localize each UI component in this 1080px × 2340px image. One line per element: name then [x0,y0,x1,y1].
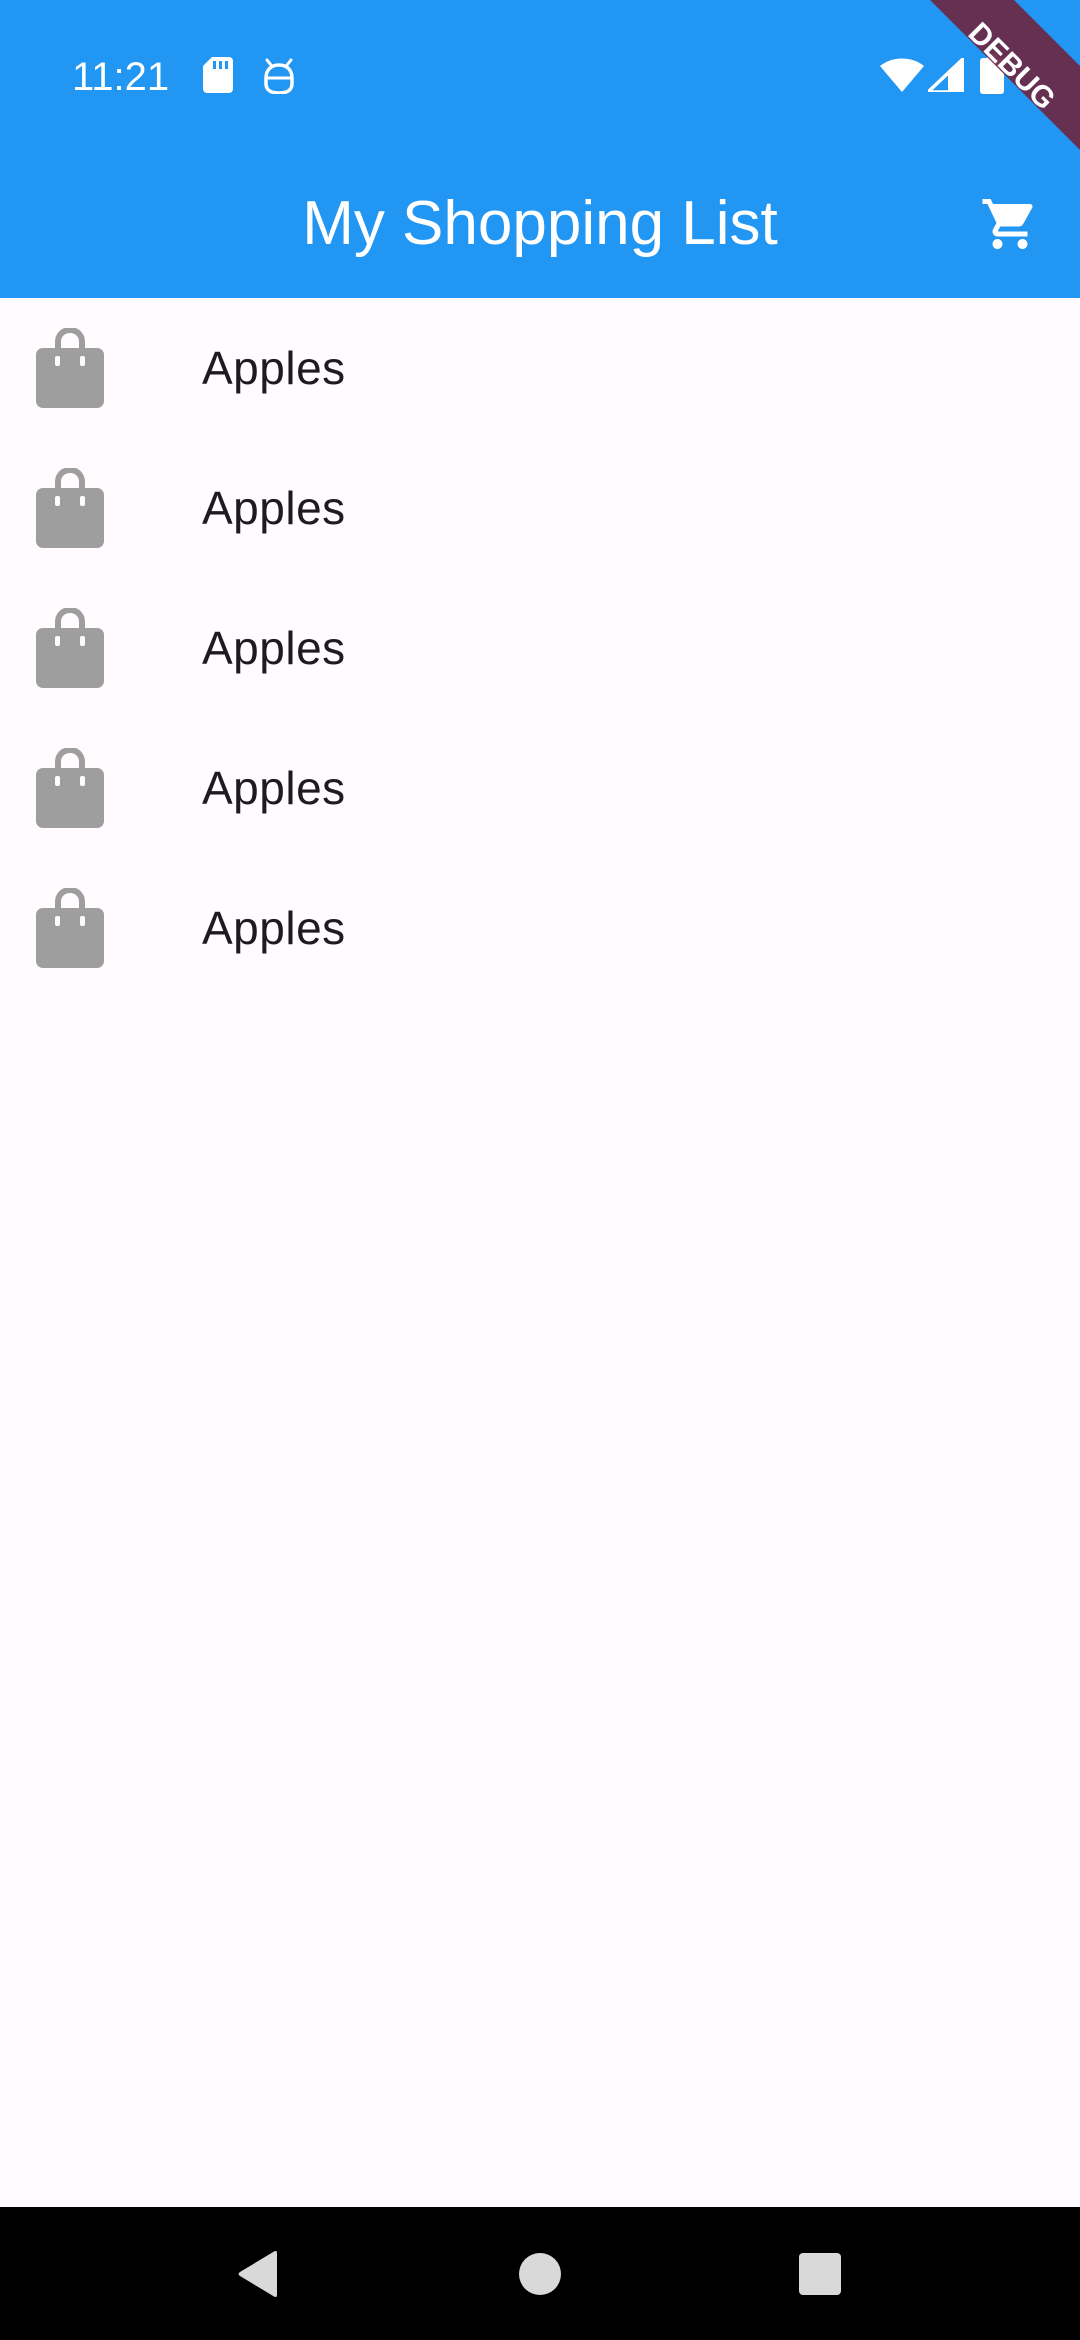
shopping-bag-icon [36,468,104,548]
status-bar: 11:21 [0,0,1080,150]
shopping-list: Apples Apples Apples Apples Apples [0,298,1080,998]
battery-icon [980,54,1004,94]
list-item[interactable]: Apples [0,858,1080,998]
system-nav-bar [0,2207,1080,2340]
list-item-label: Apples [202,482,346,534]
shopping-bag-icon [36,608,104,688]
sd-card-icon [203,57,233,93]
wifi-icon [880,58,924,92]
status-time: 11:21 [72,55,170,99]
list-item[interactable]: Apples [0,298,1080,438]
recents-icon [799,2252,841,2295]
back-button[interactable] [198,2207,318,2340]
android-debug-icon [264,58,294,94]
list-item-label: Apples [202,342,346,394]
app-bar: My Shopping List [0,150,1080,298]
shopping-bag-icon [36,888,104,968]
page-title: My Shopping List [302,189,778,258]
home-button[interactable] [480,2207,600,2340]
list-item[interactable]: Apples [0,438,1080,578]
list-item[interactable]: Apples [0,578,1080,718]
list-item-label: Apples [202,622,346,674]
signal-icon [928,58,964,92]
shopping-bag-icon [36,328,104,408]
recents-button[interactable] [760,2207,880,2340]
shopping-cart-icon [982,199,1033,249]
home-icon [519,2252,561,2295]
list-item[interactable]: Apples [0,718,1080,858]
list-item-label: Apples [202,902,346,954]
back-icon [238,2250,277,2297]
list-item-label: Apples [202,762,346,814]
app-screen: 11:21 My Shopping List Apples Apples App… [0,0,1080,2340]
cart-button[interactable] [968,182,1052,266]
shopping-bag-icon [36,748,104,828]
